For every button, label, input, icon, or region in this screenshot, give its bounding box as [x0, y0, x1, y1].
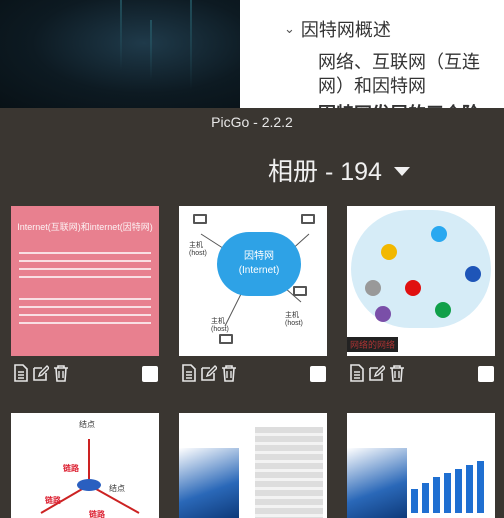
thumbnail-caption: 网络的网络	[347, 337, 399, 352]
select-checkbox[interactable]	[310, 366, 326, 382]
image-card	[179, 413, 329, 518]
caret-down-icon[interactable]	[393, 166, 410, 176]
gallery-dropdown[interactable]: 相册 - 194	[268, 152, 410, 188]
image-card: 网络的网络	[347, 206, 497, 382]
image-thumbnail[interactable]: 结点 链路 结点 链路 链路	[11, 413, 159, 518]
table-of-contents: ⌄ 因特网概述 网络、互联网（互连网）和因特网 因特网发展的三个阶	[240, 0, 504, 108]
delete-icon[interactable]	[53, 364, 69, 382]
background-image	[0, 0, 240, 108]
thumbnail-caption: Internet(互联网)和internet(因特网)	[17, 222, 153, 232]
select-checkbox[interactable]	[142, 366, 158, 382]
edit-icon[interactable]	[33, 364, 49, 382]
image-card: 因特网 (Internet) 主机 (host) 主机 (host) 主机 (h…	[179, 206, 329, 382]
delete-icon[interactable]	[389, 364, 405, 382]
edit-icon[interactable]	[369, 364, 385, 382]
chevron-down-icon[interactable]: ⌄	[284, 21, 295, 37]
image-thumbnail[interactable]: 因特网 (Internet) 主机 (host) 主机 (host) 主机 (h…	[179, 206, 327, 356]
toc-heading[interactable]: ⌄ 因特网概述	[284, 16, 391, 42]
window-title: PicGo - 2.2.2	[211, 114, 293, 130]
thumbnail-cloud-label: 因特网 (Internet)	[217, 232, 301, 296]
image-card: 结点 链路 结点 链路 链路	[11, 413, 161, 518]
delete-icon[interactable]	[221, 364, 237, 382]
toc-item-partial[interactable]: 因特网发展的三个阶	[318, 100, 480, 108]
image-card	[347, 413, 497, 518]
toc-item[interactable]: 网络、互联网（互连网）和因特网	[318, 50, 498, 98]
select-checkbox[interactable]	[478, 366, 494, 382]
image-thumbnail[interactable]: 网络的网络	[347, 206, 495, 356]
file-info-icon[interactable]	[181, 364, 197, 382]
image-thumbnail[interactable]	[347, 413, 495, 518]
toc-heading-label: 因特网概述	[300, 20, 391, 40]
background-document: ⌄ 因特网概述 网络、互联网（互连网）和因特网 因特网发展的三个阶	[0, 0, 504, 108]
image-thumbnail[interactable]	[179, 413, 327, 518]
image-thumbnail[interactable]: Internet(互联网)和internet(因特网)	[11, 206, 159, 356]
window-titlebar: PicGo - 2.2.2	[0, 108, 504, 136]
gallery-title: 相册 - 194	[268, 158, 382, 186]
image-card: Internet(互联网)和internet(因特网)	[11, 206, 161, 382]
edit-icon[interactable]	[201, 364, 217, 382]
picgo-window: PicGo - 2.2.2 相册 - 194 Internet(互联网)和int…	[0, 108, 504, 518]
file-info-icon[interactable]	[13, 364, 29, 382]
file-info-icon[interactable]	[349, 364, 365, 382]
